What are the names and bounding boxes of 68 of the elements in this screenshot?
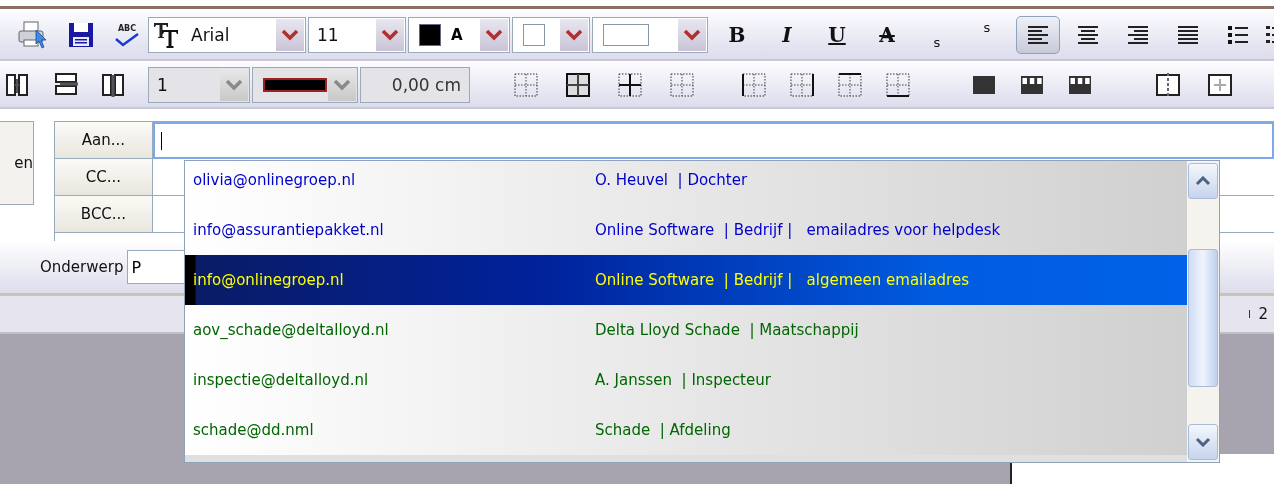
chevron-icon[interactable] xyxy=(683,29,701,41)
text-cursor xyxy=(161,131,162,150)
color-swatch xyxy=(523,24,545,46)
color-swatch xyxy=(419,24,441,46)
cell-border-icon[interactable] xyxy=(884,71,912,99)
recipient-button[interactable]: Aan... xyxy=(55,122,153,159)
caret-up-icon xyxy=(1195,176,1211,186)
cell-border-icon[interactable] xyxy=(564,71,592,99)
format-button[interactable]: B xyxy=(712,17,762,53)
format-button[interactable]: I xyxy=(762,17,812,53)
border-swatch xyxy=(603,24,649,46)
cell-padding-field[interactable]: 0,00 cm xyxy=(360,67,470,103)
align-icon xyxy=(1027,25,1049,45)
spellcheck-button[interactable]: ABC xyxy=(114,23,140,47)
font-icon xyxy=(153,21,179,49)
format-button[interactable]: s xyxy=(912,17,962,53)
border-style-dropdown[interactable] xyxy=(592,17,708,53)
suggestion-row[interactable]: olivia@onlinegroep.nl O. Heuvel | Dochter xyxy=(185,161,1187,205)
scroll-thumb[interactable] xyxy=(1188,249,1218,387)
scroll-down-button[interactable] xyxy=(1188,424,1218,460)
border-width-dropdown[interactable]: 1 xyxy=(148,67,250,103)
suggestion-row[interactable]: inspectie@deltalloyd.nl A. Janssen | Inspecteur xyxy=(185,355,1187,405)
font-name: Arial xyxy=(190,25,231,45)
align-icon xyxy=(1177,25,1199,45)
chevron-icon[interactable] xyxy=(485,29,503,41)
suggestion-row[interactable]: info@onlinegroep.nl Online Software | Bedrijf | algemeen emailadres xyxy=(185,255,1187,305)
chevron-icon[interactable] xyxy=(381,29,399,41)
font-dropdown[interactable]: Arial xyxy=(148,17,306,53)
border-width-value: 1 xyxy=(156,75,169,95)
cell-border-icon[interactable] xyxy=(740,71,768,99)
align-icon xyxy=(1127,25,1149,45)
recipient-field[interactable] xyxy=(153,122,1274,159)
merge-cell-icon[interactable] xyxy=(1206,71,1234,99)
format-button[interactable]: U xyxy=(812,17,862,53)
cell-border-icon[interactable] xyxy=(512,71,540,99)
chevron-icon[interactable] xyxy=(333,79,351,91)
chevron-icon[interactable] xyxy=(565,29,583,41)
chevron-icon[interactable] xyxy=(225,79,243,91)
subject-label: Onderwerp xyxy=(40,258,124,276)
alignment-button[interactable] xyxy=(1016,16,1060,54)
printer-icon[interactable] xyxy=(16,20,48,50)
cell-border-icon[interactable] xyxy=(616,71,644,99)
font-size-dropdown[interactable]: 11 xyxy=(308,17,406,53)
suggestion-row[interactable]: aov_schade@deltalloyd.nl Delta Lloyd Schade | Maatschappij xyxy=(185,305,1187,355)
recipient-button[interactable]: CC... xyxy=(55,159,153,196)
recipient-button[interactable]: BCC... xyxy=(55,196,153,233)
cell-border-icon[interactable] xyxy=(788,71,816,99)
caret-down-icon xyxy=(1195,437,1211,447)
chevron-icon[interactable] xyxy=(281,29,299,41)
format-button[interactable]: s xyxy=(962,17,1012,53)
format-button[interactable]: A xyxy=(862,17,912,53)
line-color-swatch xyxy=(263,78,327,92)
suggestion-row[interactable]: schade@dd.nml Schade | Afdeling xyxy=(185,405,1187,455)
split-cell-icon[interactable] xyxy=(1154,71,1182,99)
cell-border-icon[interactable] xyxy=(836,71,864,99)
side-button[interactable]: en xyxy=(0,121,34,205)
ruler-number: 2 xyxy=(1258,305,1268,323)
cell-border-icon[interactable] xyxy=(668,71,696,99)
line-color-dropdown[interactable] xyxy=(252,67,358,103)
scroll-up-button[interactable] xyxy=(1188,163,1218,199)
bullet-list-icon xyxy=(1227,25,1249,45)
suggestion-row[interactable]: info@assurantiepakket.nl Online Software | Bedrijf | emailadres voor helpdesk xyxy=(185,205,1187,255)
font-color-letter: A xyxy=(451,26,463,44)
font-size-value: 11 xyxy=(316,25,340,45)
align-icon xyxy=(1077,25,1099,45)
background-color-dropdown[interactable] xyxy=(512,17,590,53)
scrollbar[interactable] xyxy=(1187,161,1219,462)
font-color-dropdown[interactable]: A xyxy=(408,17,510,53)
